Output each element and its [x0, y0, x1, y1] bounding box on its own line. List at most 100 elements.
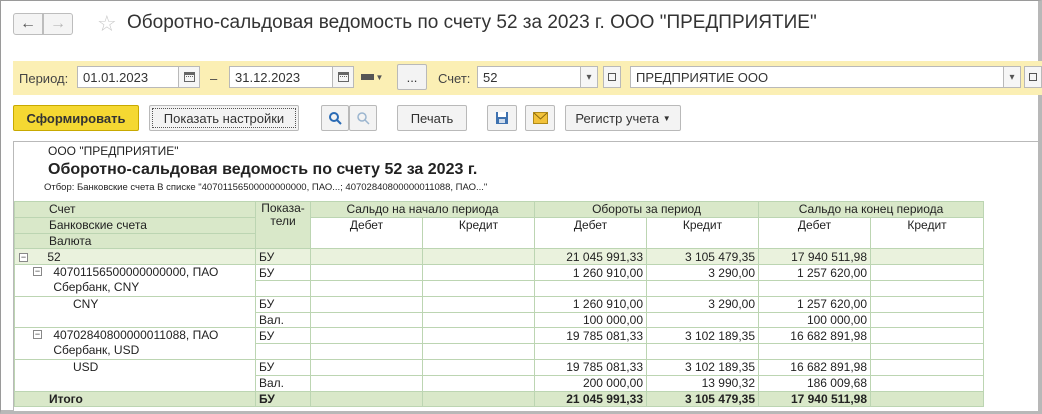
title-bar: ← → ☆ Оборотно-сальдовая ведомость по сч… [13, 9, 1033, 39]
tree-collapse-icon[interactable]: − [19, 253, 28, 263]
date-from-calendar-button[interactable] [178, 66, 200, 88]
turnover-credit: 3 102 189,35 [645, 358, 760, 376]
date-from-field[interactable]: 01.01.2023 [77, 66, 179, 88]
table-row-total: Итого БУ 21 045 991,33 3 105 479,35 17 9… [14, 390, 985, 408]
row-currency-cell: CNY [14, 295, 256, 329]
account-open-button[interactable] [603, 66, 621, 88]
row-indicator: БУ [255, 295, 311, 313]
closing-credit [870, 374, 985, 392]
search-button[interactable] [321, 105, 349, 131]
window-frame: ← → ☆ Оборотно-сальдовая ведомость по сч… [0, 0, 1042, 414]
header-indicators-line2: тели [270, 214, 296, 228]
turnover-credit: 3 290,00 [645, 295, 760, 313]
turnover-credit: 13 990,32 [645, 374, 760, 392]
organization-field[interactable]: ПРЕДПРИЯТИЕ ООО [630, 66, 1004, 88]
period-choose-button[interactable]: ... [397, 64, 427, 90]
dropdown-icon: ▾ [1009, 71, 1015, 83]
opening-debit [310, 248, 423, 266]
account-label: Счет: [438, 71, 471, 86]
turnover-credit [645, 343, 760, 360]
turnover-debit [534, 343, 647, 360]
email-button[interactable] [525, 105, 555, 131]
opening-credit [422, 311, 535, 329]
table-row: − 40702840800000011088, ПАО Сбербанк, US… [14, 327, 985, 360]
header-opening-credit: Кредит [422, 216, 535, 250]
opening-debit [310, 390, 423, 408]
turnover-debit: 1 260 910,00 [534, 264, 647, 281]
closing-debit: 17 940 511,98 [758, 248, 872, 266]
opening-debit [310, 264, 423, 281]
tree-collapse-icon[interactable]: − [33, 330, 42, 340]
opening-credit [422, 295, 535, 313]
closing-credit [870, 390, 985, 408]
closing-debit: 1 257 620,00 [758, 264, 872, 281]
header-account: Счет [14, 201, 256, 218]
generate-button[interactable]: Сформировать [13, 105, 139, 131]
opening-debit [310, 374, 423, 392]
account-field[interactable]: 52 [477, 66, 581, 88]
period-select-button[interactable]: ▼ [357, 66, 387, 88]
header-closing-credit: Кредит [870, 216, 985, 250]
email-icon [532, 112, 548, 124]
opening-credit [422, 264, 535, 281]
account-dropdown-button[interactable]: ▾ [580, 66, 598, 88]
table-row: − 52 БУ 21 045 991,33 3 105 479,35 17 94… [14, 248, 985, 266]
report-filter: Отбор: Банковские счета В списке "407011… [44, 182, 488, 193]
turnover-credit: 3 105 479,35 [645, 248, 760, 266]
row-indicator: БУ [255, 358, 311, 376]
tree-collapse-icon[interactable]: − [33, 267, 42, 277]
arrow-left-icon: ← [20, 15, 36, 32]
dropdown-icon: ▼ [662, 113, 671, 123]
opening-credit [422, 390, 535, 408]
total-label: Итого [14, 390, 256, 408]
opening-credit [422, 248, 535, 266]
header-indicators: Показа- тели [255, 200, 311, 250]
header-closing-debit: Дебет [758, 216, 872, 250]
row-indicator [255, 279, 311, 297]
closing-credit [870, 327, 985, 345]
register-button-label: Регистр учета [575, 110, 660, 126]
report-area[interactable]: ООО "ПРЕДПРИЯТИЕ" Оборотно-сальдовая вед… [13, 141, 1038, 411]
bank-account-bank: Сбербанк, CNY [53, 280, 140, 295]
row-indicator: БУ [255, 264, 311, 281]
organization-open-button[interactable] [1024, 66, 1042, 88]
date-to-calendar-button[interactable] [332, 66, 354, 88]
search-icon [329, 112, 342, 125]
header-opening-balance: Сальдо на начало периода [310, 201, 535, 218]
print-button[interactable]: Печать [397, 105, 467, 131]
back-button[interactable]: ← [13, 13, 43, 35]
header-opening-debit: Дебет [310, 216, 423, 250]
period-select-icon [360, 74, 374, 80]
turnover-credit: 3 290,00 [645, 264, 760, 281]
forward-button[interactable]: → [43, 13, 73, 35]
table-row: USD БУ 19 785 081,33 3 102 189,35 16 682… [14, 358, 985, 392]
row-indicator: БУ [255, 327, 311, 345]
open-form-icon [1029, 73, 1037, 81]
opening-debit [310, 343, 423, 360]
report-title: Оборотно-сальдовая ведомость по счету 52… [48, 161, 478, 178]
register-button[interactable]: Регистр учета ▼ [565, 105, 681, 131]
star-icon[interactable]: ☆ [97, 11, 117, 37]
closing-debit: 1 257 620,00 [758, 295, 872, 313]
closing-debit: 186 009,68 [758, 374, 872, 392]
opening-credit [422, 343, 535, 360]
report-table: Счет Показа- тели Сальдо на начало перио… [14, 200, 985, 408]
open-form-icon [608, 73, 616, 81]
organization-dropdown-button[interactable]: ▾ [1003, 66, 1021, 88]
opening-debit [310, 279, 423, 297]
row-account-cell: − 40702840800000011088, ПАО Сбербанк, US… [14, 327, 256, 360]
turnover-credit: 3 102 189,35 [645, 327, 760, 345]
closing-credit [870, 343, 985, 360]
opening-debit [310, 295, 423, 313]
show-settings-button[interactable]: Показать настройки [149, 105, 299, 131]
turnover-debit [534, 279, 647, 297]
closing-credit [870, 295, 985, 313]
calendar-icon [337, 72, 349, 82]
date-to-field[interactable]: 31.12.2023 [229, 66, 333, 88]
save-button[interactable] [487, 105, 517, 131]
header-turnover-debit: Дебет [534, 216, 647, 250]
period-label: Период: [19, 71, 69, 86]
search-cancel-button[interactable] [349, 105, 377, 131]
opening-debit [310, 327, 423, 345]
turnover-debit: 19 785 081,33 [534, 358, 647, 376]
